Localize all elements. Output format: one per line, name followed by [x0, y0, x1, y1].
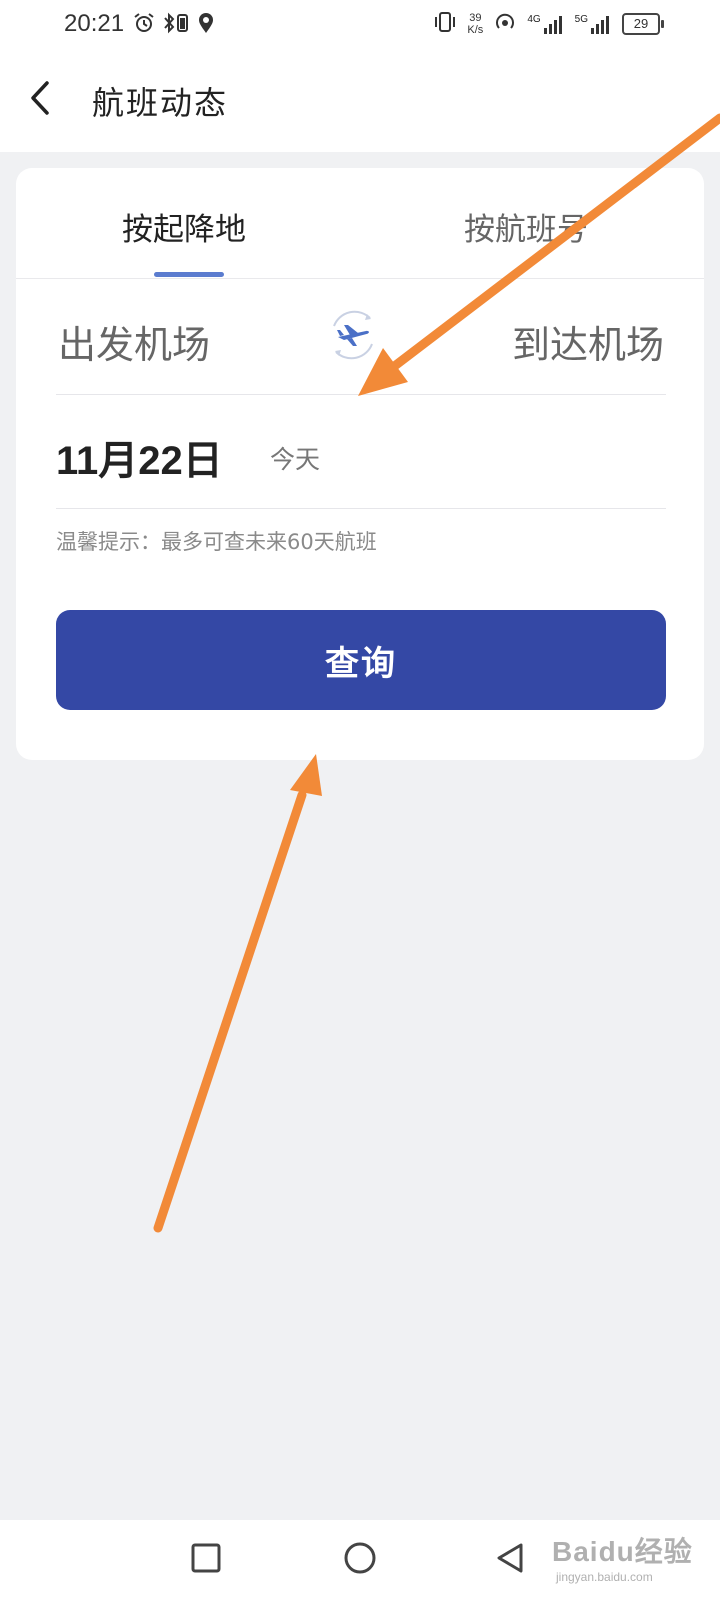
- tab-divider: [16, 278, 704, 279]
- system-nav-bar: Baidu经验 jingyan.baidu.com: [0, 1520, 720, 1600]
- alarm-icon: [133, 12, 155, 38]
- annotation-arrow-bottom: [153, 754, 322, 1233]
- tab-by-flight-number[interactable]: 按航班号: [464, 204, 588, 249]
- page-title: 航班动态: [92, 84, 229, 122]
- system-back-button[interactable]: [486, 1536, 534, 1584]
- status-time: 20:21: [64, 10, 125, 37]
- query-button[interactable]: 查询: [56, 610, 666, 710]
- baidu-watermark: Baidu经验 jingyan.baidu.com: [552, 1530, 712, 1598]
- divider: [56, 394, 666, 395]
- search-card: 按起降地 按航班号 出发机场 到达机场 11月22日 今天 温馨提示：最多可查未…: [16, 168, 704, 760]
- triangle-back-icon: [493, 1541, 527, 1579]
- status-icons-left: [133, 12, 215, 38]
- departure-airport-field[interactable]: 出发机场: [58, 314, 210, 369]
- divider: [56, 508, 666, 509]
- arrival-airport-field[interactable]: 到达机场: [512, 314, 664, 369]
- signal-4g: 4G: [527, 14, 564, 34]
- signal-bars-icon: [543, 16, 562, 34]
- network-speed-unit: K/s: [467, 24, 484, 36]
- bluetooth-battery-icon: [162, 12, 190, 38]
- location-icon: [197, 12, 215, 38]
- chevron-left-icon: [28, 80, 52, 120]
- tab-by-route[interactable]: 按起降地: [122, 204, 246, 249]
- signal-bars-icon: [591, 16, 609, 34]
- status-bar: 20:21 39 K/s 4G 5G 29: [0, 0, 720, 48]
- active-tab-indicator: [154, 272, 224, 277]
- date-relative-label: 今天: [270, 445, 321, 474]
- date-selector[interactable]: 11月22日: [56, 428, 223, 486]
- hotspot-icon: [493, 10, 517, 38]
- network-type-label: 5G: [574, 14, 588, 25]
- back-button[interactable]: [18, 78, 62, 122]
- search-tip: 温馨提示：最多可查未来60天航班: [56, 530, 377, 554]
- recents-button[interactable]: [182, 1536, 230, 1584]
- network-speed-value: 39: [469, 12, 482, 24]
- network-speed: 39 K/s: [467, 12, 483, 36]
- watermark-logo: Baidu经验: [552, 1536, 693, 1567]
- app-header: 航班动态: [0, 48, 720, 152]
- signal-5g: 5G: [575, 14, 612, 34]
- home-button[interactable]: [336, 1536, 384, 1584]
- vibrate-icon: [433, 10, 457, 38]
- status-icons-right: 39 K/s 4G 5G 29: [433, 10, 664, 38]
- square-icon: [190, 1542, 222, 1578]
- circle-icon: [343, 1541, 377, 1579]
- battery-indicator: 29: [622, 13, 664, 35]
- swap-airports-button[interactable]: [322, 306, 384, 368]
- watermark-url: jingyan.baidu.com: [556, 1570, 653, 1584]
- plane-swap-icon: [322, 304, 384, 370]
- network-type-label: 4G: [527, 14, 541, 25]
